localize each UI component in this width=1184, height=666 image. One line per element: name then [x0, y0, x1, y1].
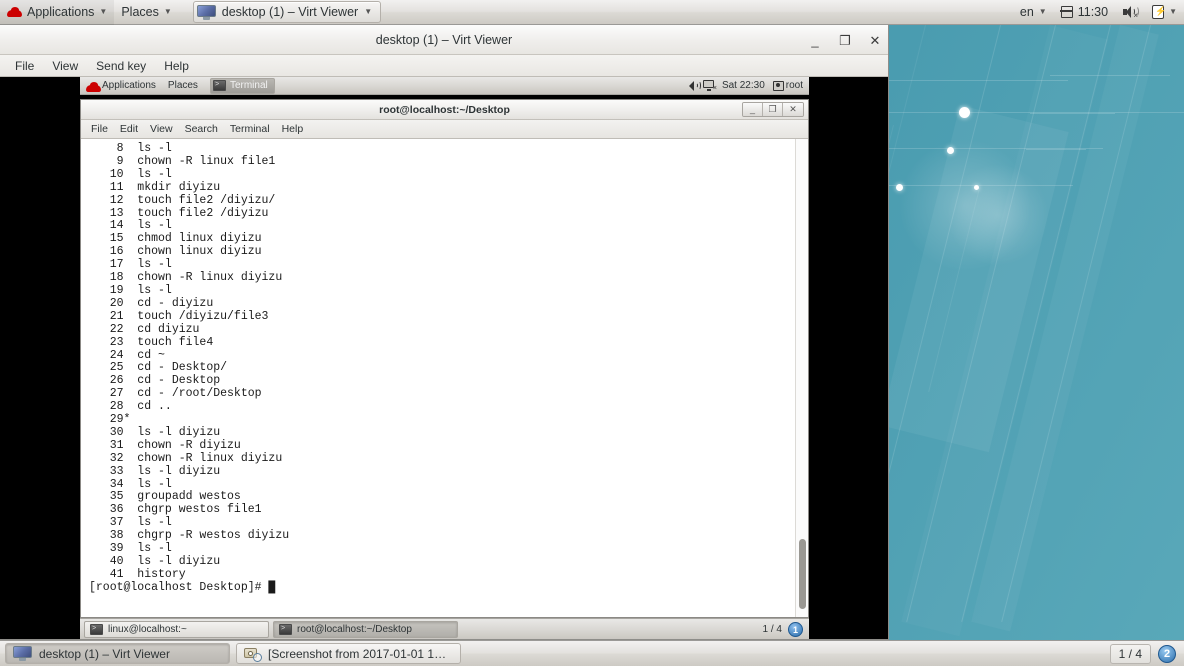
host-places-label: Places	[121, 5, 159, 19]
host-taskbar-item-label: desktop (1) – Virt Viewer	[39, 646, 170, 661]
guest-places-menu[interactable]: Places	[162, 77, 204, 95]
power-applet[interactable]: ⚡ ▼	[1145, 0, 1184, 25]
virt-viewer-window: desktop (1) – Virt Viewer _ ❐ ✕ File Vie…	[0, 25, 889, 640]
host-applications-menu[interactable]: Applications ▼	[0, 0, 115, 25]
chevron-down-icon: ▼	[364, 7, 373, 16]
minimize-icon[interactable]: _	[808, 34, 822, 47]
menu-search[interactable]: Search	[179, 122, 224, 136]
chevron-down-icon: ▼	[99, 7, 108, 16]
menu-edit[interactable]: Edit	[114, 122, 144, 136]
minimize-icon[interactable]: _	[743, 103, 763, 116]
host-workspace-badge[interactable]: 2	[1158, 644, 1176, 663]
host-taskbar: desktop (1) – Virt Viewer [Screenshot fr…	[0, 640, 1184, 666]
host-applications-label: Applications	[27, 5, 95, 19]
clock-label: 11:30	[1077, 5, 1109, 19]
clock-applet[interactable]: 11:30	[1054, 0, 1115, 25]
terminal-scrollbar[interactable]	[795, 139, 808, 617]
battery-icon: ⚡	[1152, 5, 1166, 19]
host-workspace-indicator[interactable]: 1 / 4	[1109, 643, 1151, 664]
scrollbar-thumb[interactable]	[799, 539, 806, 609]
menu-file[interactable]: File	[6, 57, 43, 75]
keyboard-layout-label: en	[1019, 5, 1034, 19]
host-system-tray: en ▼ 11:30 × ⚡ ▼	[1013, 0, 1184, 25]
close-icon[interactable]: ✕	[868, 34, 882, 47]
maximize-icon[interactable]: ❐	[763, 103, 783, 116]
virt-viewer-window-controls: _ ❐ ✕	[808, 25, 882, 55]
host-taskbar-item-screenshot[interactable]: [Screenshot from 2017-01-01 1…	[236, 643, 461, 664]
virt-viewer-menubar: File View Send key Help	[0, 55, 888, 77]
terminal-body[interactable]: 8 ls -l 9 chown -R linux file1 10 ls -l …	[81, 139, 808, 617]
host-taskbar-right: 1 / 4 2	[1109, 643, 1179, 664]
guest-applications-label: Applications	[102, 80, 156, 91]
network-disconnected-icon[interactable]: ×	[702, 80, 717, 92]
volume-muted-icon: ×	[1122, 5, 1140, 19]
host-taskbar-item-virt-viewer[interactable]: desktop (1) – Virt Viewer	[5, 643, 230, 664]
menu-send-key[interactable]: Send key	[87, 57, 155, 75]
guest-taskbar: linux@localhost:~ root@localhost:~/Deskt…	[80, 618, 809, 639]
guest-user-label[interactable]: root	[786, 80, 803, 91]
host-panel-window-button[interactable]: desktop (1) – Virt Viewer ▼	[192, 1, 382, 23]
guest-panel-window-label: Terminal	[229, 80, 268, 91]
host-places-menu[interactable]: Places ▼	[114, 0, 178, 25]
user-icon	[772, 80, 784, 91]
terminal-titlebar[interactable]: root@localhost:~/Desktop _ ❐ ✕	[81, 100, 808, 120]
chevron-down-icon: ▼	[1038, 7, 1047, 16]
menu-view[interactable]: View	[43, 57, 87, 75]
guest-desktop: Applications Places Terminal	[80, 77, 809, 639]
close-icon[interactable]: ✕	[783, 103, 803, 116]
guest-workspace-indicator[interactable]: 1 / 4	[763, 624, 782, 635]
guest-applications-menu[interactable]: Applications	[80, 77, 162, 95]
terminal-window-controls: _ ❐ ✕	[742, 102, 804, 117]
guest-clock-label[interactable]: Sat 22:30	[722, 80, 765, 91]
menu-view[interactable]: View	[144, 122, 179, 136]
guest-top-panel: Applications Places Terminal	[80, 77, 809, 95]
guest-taskbar-item-label: root@localhost:~/Desktop	[297, 624, 412, 635]
monitor-icon	[196, 4, 216, 20]
screen-root: Applications ▼ Places ▼ desktop (1) – Vi…	[0, 0, 1184, 666]
menu-terminal[interactable]: Terminal	[224, 122, 276, 136]
virt-viewer-guest-display[interactable]: Applications Places Terminal	[0, 77, 888, 639]
volume-applet[interactable]: ×	[1115, 0, 1145, 25]
guest-taskbar-item-label: linux@localhost:~	[108, 624, 187, 635]
terminal-window: root@localhost:~/Desktop _ ❐ ✕ File Edit…	[80, 99, 809, 618]
terminal-icon	[90, 624, 103, 635]
guest-workspace-badge[interactable]: 1	[788, 622, 803, 637]
menu-help[interactable]: Help	[276, 122, 310, 136]
terminal-icon	[212, 80, 226, 91]
speaker-icon[interactable]	[688, 80, 701, 91]
calendar-icon	[1060, 6, 1073, 18]
monitor-icon	[13, 646, 32, 661]
keyboard-layout-indicator[interactable]: en ▼	[1013, 0, 1054, 25]
guest-panel-window-button[interactable]: Terminal	[209, 77, 275, 94]
redhat-logo-icon	[86, 81, 101, 92]
terminal-icon	[279, 624, 292, 635]
virt-viewer-titlebar[interactable]: desktop (1) – Virt Viewer _ ❐ ✕	[0, 25, 888, 55]
virt-viewer-title: desktop (1) – Virt Viewer	[375, 32, 513, 47]
guest-taskbar-item-linux[interactable]: linux@localhost:~	[84, 621, 269, 638]
chevron-down-icon: ▼	[1169, 7, 1177, 16]
menu-help[interactable]: Help	[155, 57, 198, 75]
guest-taskbar-right: 1 / 4 1	[763, 622, 805, 637]
maximize-icon[interactable]: ❐	[838, 34, 852, 47]
guest-taskbar-item-root[interactable]: root@localhost:~/Desktop	[273, 621, 458, 638]
chevron-down-icon: ▼	[163, 7, 172, 16]
terminal-output[interactable]: 8 ls -l 9 chown -R linux file1 10 ls -l …	[81, 139, 795, 617]
terminal-menubar: File Edit View Search Terminal Help	[81, 120, 808, 139]
host-top-panel: Applications ▼ Places ▼ desktop (1) – Vi…	[0, 0, 1184, 25]
screenshot-icon	[244, 646, 262, 662]
guest-places-label: Places	[167, 80, 198, 91]
host-panel-window-label: desktop (1) – Virt Viewer	[221, 5, 359, 19]
terminal-title: root@localhost:~/Desktop	[379, 103, 510, 116]
menu-file[interactable]: File	[85, 122, 114, 136]
host-taskbar-item-label: [Screenshot from 2017-01-01 1…	[268, 646, 447, 661]
redhat-logo-icon	[7, 6, 22, 19]
guest-system-tray: × Sat 22:30 root	[688, 80, 809, 92]
